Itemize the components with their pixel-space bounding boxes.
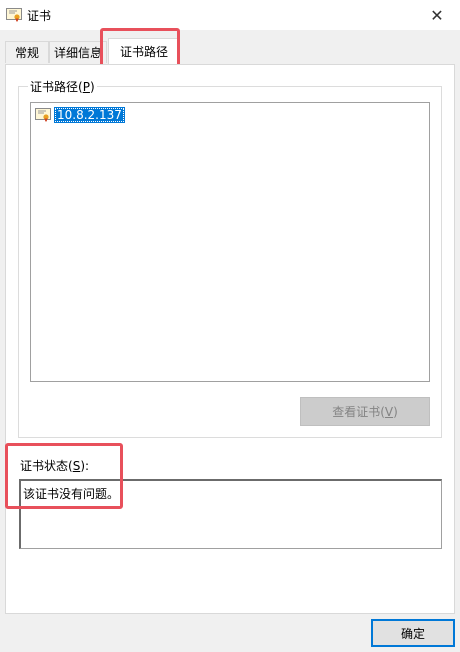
certification-path-label: 证书路径(P) bbox=[28, 78, 97, 95]
tree-item[interactable]: 10.8.2.137 bbox=[35, 107, 125, 123]
certificate-icon bbox=[6, 8, 22, 22]
highlight-box-status bbox=[5, 443, 123, 509]
tab-details[interactable]: 详细信息 bbox=[49, 41, 107, 63]
ok-button[interactable]: 确定 bbox=[371, 619, 455, 647]
certification-path-tree[interactable]: 10.8.2.137 bbox=[30, 102, 430, 382]
close-icon: ✕ bbox=[430, 5, 444, 25]
tree-item-label[interactable]: 10.8.2.137 bbox=[54, 107, 125, 123]
window-title: 证书 bbox=[27, 9, 52, 23]
view-certificate-button[interactable]: 查看证书(V) bbox=[300, 397, 430, 426]
tab-general[interactable]: 常规 bbox=[5, 41, 49, 63]
close-button[interactable]: ✕ bbox=[414, 0, 460, 30]
certificate-icon bbox=[35, 108, 51, 122]
title-bar: 证书 ✕ bbox=[0, 0, 460, 30]
